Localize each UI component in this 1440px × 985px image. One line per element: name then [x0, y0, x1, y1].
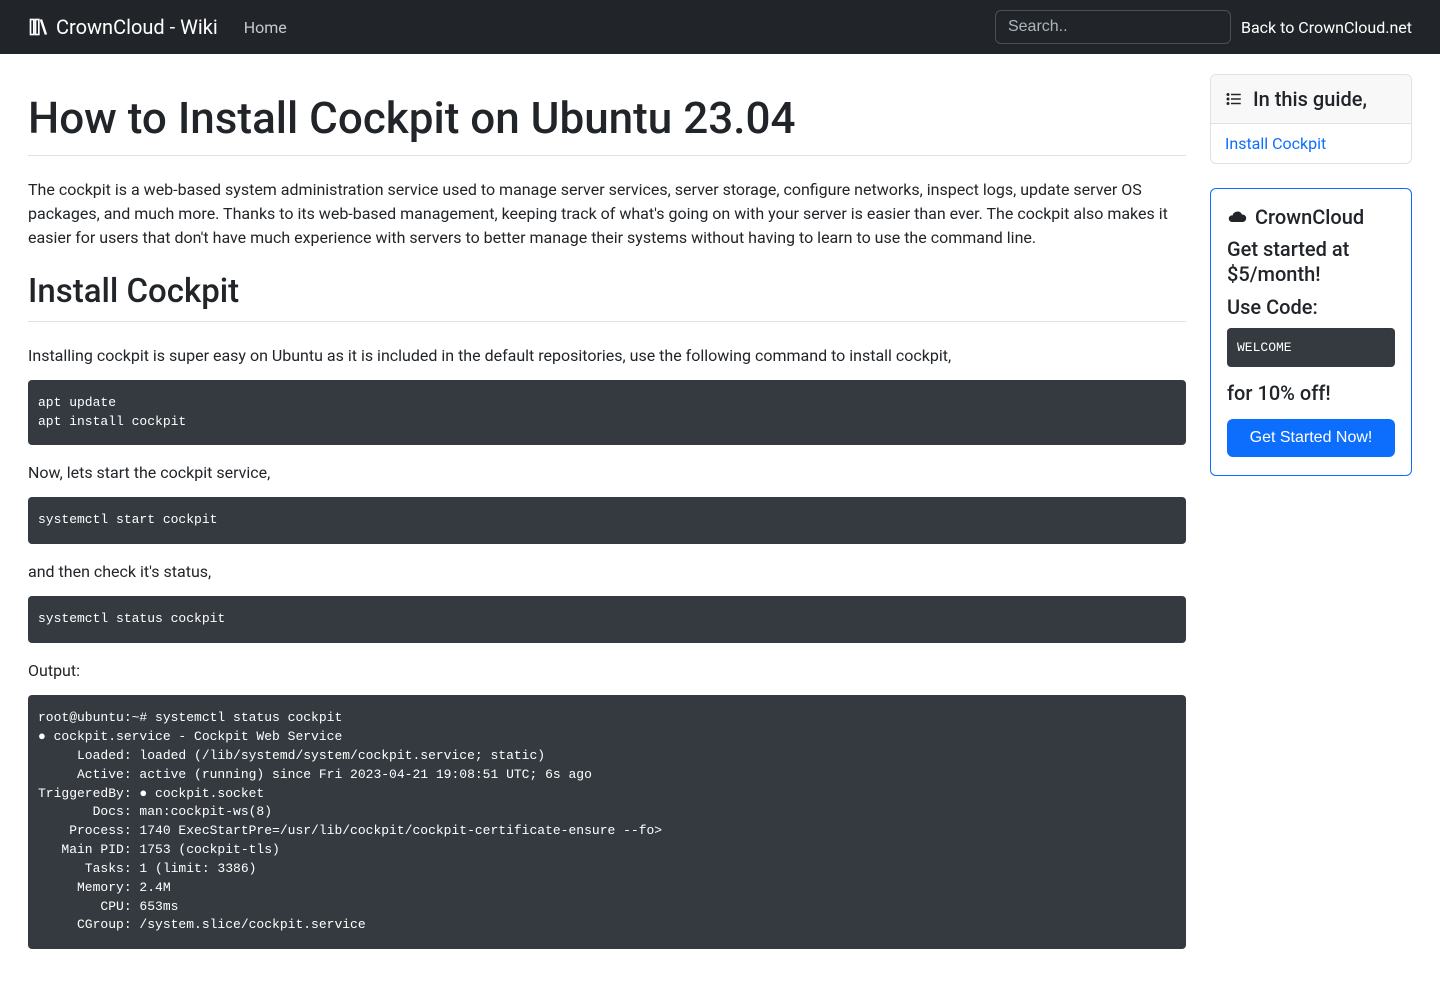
promo-brand: CrownCloud [1255, 205, 1364, 229]
search-input[interactable] [995, 10, 1231, 44]
code-block: apt update apt install cockpit [28, 380, 1186, 446]
promo-title: CrownCloud [1227, 205, 1395, 229]
divider [28, 321, 1186, 322]
toc-card: In this guide, Install Cockpit [1210, 74, 1412, 164]
get-started-button[interactable]: Get Started Now! [1227, 419, 1395, 457]
paragraph: Now, lets start the cockpit service, [28, 461, 1186, 485]
intro-paragraph: The cockpit is a web-based system admini… [28, 178, 1186, 250]
list-icon [1225, 90, 1243, 108]
page-title: How to Install Cockpit on Ubuntu 23.04 [28, 92, 1186, 145]
brand-text: CrownCloud - Wiki [56, 15, 218, 39]
brand-link[interactable]: CrownCloud - Wiki [28, 15, 218, 39]
code-block: systemctl status cockpit [28, 596, 1186, 643]
toc-title: In this guide, [1253, 87, 1367, 111]
promo-use-code: Use Code: [1227, 295, 1395, 320]
back-link[interactable]: Back to CrownCloud.net [1241, 18, 1412, 37]
toc-header: In this guide, [1211, 75, 1411, 124]
promo-tagline: Get started at $5/month! [1227, 237, 1395, 287]
paragraph: Output: [28, 659, 1186, 683]
cloud-icon [1227, 207, 1247, 227]
toc-link-install-cockpit[interactable]: Install Cockpit [1211, 124, 1411, 163]
books-icon [28, 17, 48, 37]
paragraph: Installing cockpit is super easy on Ubun… [28, 344, 1186, 368]
nav-home[interactable]: Home [238, 10, 293, 45]
paragraph: and then check it's status, [28, 560, 1186, 584]
section-install-cockpit: Install Cockpit [28, 272, 1186, 311]
divider [28, 155, 1186, 156]
promo-code-value: WELCOME [1227, 328, 1395, 367]
sidebar: In this guide, Install Cockpit CrownClou… [1210, 74, 1412, 476]
main-content: How to Install Cockpit on Ubuntu 23.04 T… [28, 74, 1186, 965]
code-block: root@ubuntu:~# systemctl status cockpit … [28, 695, 1186, 949]
navbar: CrownCloud - Wiki Home Back to CrownClou… [0, 0, 1440, 54]
code-block: systemctl start cockpit [28, 497, 1186, 544]
promo-card: CrownCloud Get started at $5/month! Use … [1210, 188, 1412, 476]
promo-discount: for 10% off! [1227, 381, 1395, 405]
